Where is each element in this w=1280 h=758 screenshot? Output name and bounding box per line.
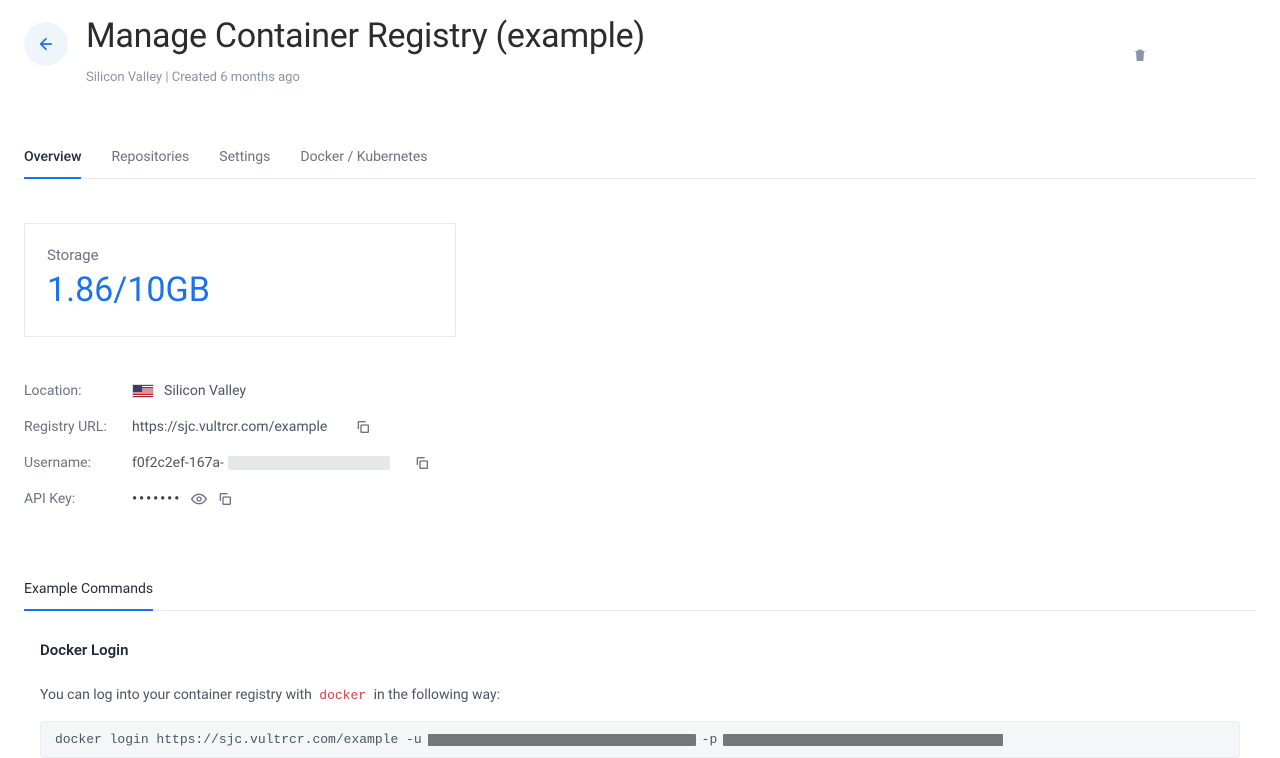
registry-url-label: Registry URL: <box>24 419 132 435</box>
username-label: Username: <box>24 455 132 471</box>
eye-icon <box>191 491 207 507</box>
location-value: Silicon Valley <box>164 383 246 399</box>
tab-example-commands[interactable]: Example Commands <box>24 571 153 611</box>
page-title: Manage Container Registry (example) <box>86 16 645 56</box>
docker-login-title: Docker Login <box>40 641 1240 659</box>
reveal-apikey-button[interactable] <box>191 491 207 507</box>
sub-tabs: Example Commands <box>24 571 1256 611</box>
cmd-password-redacted <box>723 734 1003 746</box>
location-label: Location: <box>24 383 132 399</box>
tab-overview[interactable]: Overview <box>24 141 81 179</box>
back-button[interactable] <box>24 22 68 66</box>
tab-repositories[interactable]: Repositories <box>111 141 189 179</box>
cmd-flag-p: -p <box>702 732 718 747</box>
copy-apikey-button[interactable] <box>217 491 233 507</box>
docker-login-desc-suffix: in the following way: <box>374 687 500 703</box>
cmd-username-redacted <box>428 734 696 746</box>
copy-icon <box>217 491 233 507</box>
copy-icon <box>414 455 430 471</box>
details-section: Location: Silicon Valley Registry URL: h… <box>24 373 1256 517</box>
storage-card: Storage 1.86/10GB <box>24 223 456 337</box>
tab-docker-kubernetes[interactable]: Docker / Kubernetes <box>300 141 427 179</box>
docker-login-desc-prefix: You can log into your container registry… <box>40 687 312 703</box>
cmd-prefix: docker login https://sjc.vultrcr.com/exa… <box>55 732 422 747</box>
tab-settings[interactable]: Settings <box>219 141 270 179</box>
storage-label: Storage <box>47 246 433 264</box>
apikey-label: API Key: <box>24 491 132 507</box>
username-redacted <box>228 456 390 470</box>
delete-button[interactable] <box>1124 38 1156 72</box>
us-flag-icon <box>132 384 154 398</box>
main-tabs: Overview Repositories Settings Docker / … <box>24 141 1256 179</box>
docker-login-section: Docker Login You can log into your conta… <box>24 611 1256 758</box>
username-prefix: f0f2c2ef-167a- <box>132 455 224 471</box>
apikey-masked: ••••••• <box>132 491 181 507</box>
storage-value: 1.86/10GB <box>47 270 433 310</box>
arrow-left-icon <box>37 35 55 53</box>
copy-username-button[interactable] <box>414 455 430 471</box>
page-subtitle: Silicon Valley | Created 6 months ago <box>86 70 645 85</box>
docker-inline-code: docker <box>315 687 370 704</box>
copy-icon <box>355 419 371 435</box>
page-header: Manage Container Registry (example) Sili… <box>24 16 1256 85</box>
docker-login-desc: You can log into your container registry… <box>40 687 1240 703</box>
trash-icon <box>1132 46 1148 64</box>
docker-login-command[interactable]: docker login https://sjc.vultrcr.com/exa… <box>40 721 1240 758</box>
copy-registry-url-button[interactable] <box>355 419 371 435</box>
registry-url-value: https://sjc.vultrcr.com/example <box>132 419 327 435</box>
